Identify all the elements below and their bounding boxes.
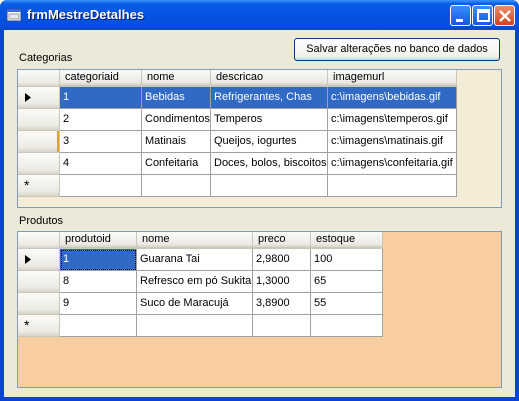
categorias-row-header[interactable] [18,87,60,109]
categorias-cell-imagemurl[interactable]: c:\imagens\bebidas.gif [328,87,457,109]
new-row-star-icon: * [24,177,30,193]
categorias-cell-nome[interactable] [142,175,211,197]
categorias-cell-nome[interactable]: Bebidas [142,87,211,109]
categorias-cell-categoriaid[interactable] [60,175,142,197]
categorias-grid[interactable]: categoriaid nome descricao imagemurl 1 Bebida… [17,69,502,208]
produtos-cell-estoque[interactable]: 55 [311,293,383,315]
produtos-cell-produtoid[interactable]: 9 [60,293,137,315]
produtos-cell-estoque[interactable]: 100 [311,249,383,271]
categorias-cell-categoriaid[interactable]: 2 [60,109,142,131]
categorias-column-header-categoriaid[interactable]: categoriaid [60,70,142,87]
categorias-cell-categoriaid[interactable]: 4 [60,153,142,175]
form-window-icon [6,8,22,22]
produtos-cell-preco[interactable]: 1,3000 [253,271,311,293]
produtos-cell-preco[interactable] [253,315,311,337]
produtos-cell-nome[interactable] [137,315,253,337]
produtos-column-header-estoque[interactable]: estoque [311,232,383,249]
produtos-row-header[interactable] [18,249,60,271]
produtos-cell-produtoid[interactable] [60,315,137,337]
produtos-cell-produtoid[interactable]: 1 [60,249,137,271]
categorias-grid-corner[interactable] [18,70,60,87]
categorias-cell-categoriaid[interactable]: 3 [60,131,142,153]
categorias-column-header-imagemurl[interactable]: imagemurl [328,70,457,87]
categorias-cell-imagemurl[interactable]: c:\imagens\matinais.gif [328,131,457,153]
new-row-star-icon: * [24,317,30,333]
produtos-row-header[interactable]: * [18,315,60,337]
categorias-row-header[interactable]: * [18,175,60,197]
categorias-row-header[interactable] [18,109,60,131]
produtos-label: Produtos [19,215,64,227]
save-button-label: Salvar alterações no banco de dados [306,43,488,55]
minimize-icon [456,19,463,22]
produtos-cell-nome[interactable]: Refresco em pó Sukita [137,271,253,293]
row-edit-marker [57,131,59,152]
categorias-row-header[interactable] [18,153,60,175]
categorias-cell-nome[interactable]: Matinais [142,131,211,153]
maximize-button[interactable] [472,5,493,26]
categorias-row-header[interactable] [18,131,60,153]
categorias-column-header-descricao[interactable]: descricao [211,70,328,87]
window-title: frmMestreDetalhes [27,7,145,22]
produtos-cell-estoque[interactable]: 65 [311,271,383,293]
categorias-cell-nome[interactable]: Condimentos [142,109,211,131]
categorias-label: Categorias [19,52,73,64]
minimize-button[interactable] [450,5,471,26]
produtos-cell-preco[interactable]: 3,8900 [253,293,311,315]
categorias-column-header-nome[interactable]: nome [142,70,211,87]
produtos-column-header-preco[interactable]: preco [253,232,311,249]
categorias-cell-nome[interactable]: Confeitaria [142,153,211,175]
save-to-database-button[interactable]: Salvar alterações no banco de dados [294,38,500,61]
produtos-cell-nome[interactable]: Guarana Tai [137,249,253,271]
categorias-cell-imagemurl[interactable]: c:\imagens\confeitaria.gif [328,153,457,175]
produtos-grid-corner[interactable] [18,232,60,249]
title-bar[interactable]: frmMestreDetalhes [0,0,519,30]
window-frame: frmMestreDetalhes Salvar alterações no b… [0,0,519,401]
categorias-cell-descricao[interactable]: Doces, bolos, biscoitos [211,153,328,175]
produtos-cell-preco[interactable]: 2,9800 [253,249,311,271]
form-client-area: Salvar alterações no banco de dados Cate… [4,30,515,397]
categorias-cell-descricao[interactable]: Refrigerantes, Chas [211,87,328,109]
categorias-cell-descricao[interactable]: Temperos [211,109,328,131]
produtos-column-header-produtoid[interactable]: produtoid [60,232,137,249]
produtos-cell-produtoid[interactable]: 8 [60,271,137,293]
produtos-grid[interactable]: produtoid nome preco estoque 1 Guarana Tai 2,9… [17,231,502,388]
close-button[interactable] [494,5,515,26]
categorias-cell-descricao[interactable]: Queijos, iogurtes [211,131,328,153]
produtos-cell-estoque[interactable] [311,315,383,337]
categorias-cell-imagemurl[interactable]: c:\imagens\temperos.gif [328,109,457,131]
produtos-row-header[interactable] [18,293,60,315]
produtos-row-header[interactable] [18,271,60,293]
produtos-column-header-nome[interactable]: nome [137,232,253,249]
produtos-cell-nome[interactable]: Suco de Maracujá [137,293,253,315]
categorias-cell-categoriaid[interactable]: 1 [60,87,142,109]
maximize-icon [477,9,490,22]
close-icon [499,10,511,22]
categorias-cell-descricao[interactable] [211,175,328,197]
current-row-arrow-icon [25,255,31,264]
current-row-arrow-icon [25,93,31,102]
categorias-cell-imagemurl[interactable] [328,175,457,197]
